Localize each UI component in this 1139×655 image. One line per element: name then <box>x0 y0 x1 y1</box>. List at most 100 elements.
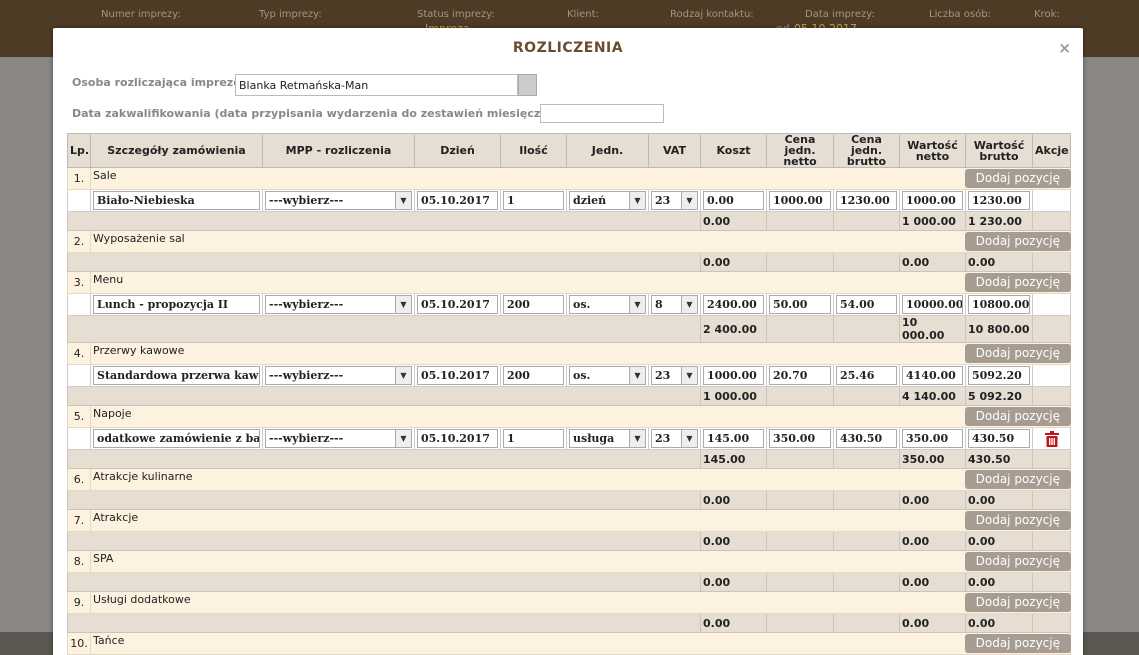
quantity-input[interactable]: 1 <box>503 191 564 210</box>
net-unit-price-input[interactable]: 50.00 <box>769 295 831 314</box>
item-name-input[interactable]: odatkowe zamówienie z baru <box>93 429 260 448</box>
category-cell: Dodaj pozycję Usługi dodatkowe <box>90 591 1071 614</box>
sum-empty-cell <box>67 449 701 469</box>
quantity-input[interactable]: 200 <box>503 295 564 314</box>
add-position-button[interactable]: Dodaj pozycję <box>964 407 1071 426</box>
mpp-select[interactable]: ---wybierz--- ▼ <box>265 191 412 210</box>
settling-person-dropdown-button[interactable] <box>518 74 537 96</box>
day-input[interactable]: 05.10.2017 <box>417 429 498 448</box>
cost-input[interactable]: 1000.00 <box>703 366 764 385</box>
category-row: 4. Dodaj pozycję Przerwy kawowe <box>67 342 1071 365</box>
close-icon[interactable]: × <box>1058 39 1071 57</box>
header-label-step: Krok: <box>1034 9 1060 20</box>
header-label-contact-type: Rodzaj kontaktu: <box>670 9 754 20</box>
unit-select[interactable]: dzień ▼ <box>569 191 646 210</box>
header-col-net-value: Wartość netto <box>899 133 966 168</box>
item-lp-cell <box>67 427 91 450</box>
item-cell: 1 <box>500 427 567 450</box>
sum-empty-cell <box>67 315 701 343</box>
gross-value-input[interactable]: 5092.20 <box>968 366 1030 385</box>
net-unit-price-input[interactable]: 20.70 <box>769 366 831 385</box>
unit-select-value: os. <box>573 298 591 311</box>
vat-select[interactable]: 8 ▼ <box>651 295 698 314</box>
net-value-input[interactable]: 1000.00 <box>902 191 963 210</box>
sum-empty-cell <box>833 315 900 343</box>
category-row: 10. Dodaj pozycję Tańce <box>67 632 1071 655</box>
vat-select-value: 23 <box>655 432 671 445</box>
sum-empty-cell <box>766 613 834 633</box>
net-value-input[interactable]: 350.00 <box>902 429 963 448</box>
unit-select[interactable]: os. ▼ <box>569 366 646 385</box>
sum-cost: 0.00 <box>700 211 767 231</box>
mpp-select[interactable]: ---wybierz--- ▼ <box>265 366 412 385</box>
gross-value-input[interactable]: 1230.00 <box>968 191 1030 210</box>
day-input[interactable]: 05.10.2017 <box>417 295 498 314</box>
add-position-button[interactable]: Dodaj pozycję <box>964 344 1071 363</box>
add-position-button[interactable]: Dodaj pozycję <box>964 470 1071 489</box>
item-name-input[interactable]: Biało-Niebieska <box>93 191 260 210</box>
item-cell: 0.00 <box>700 189 767 212</box>
vat-select[interactable]: 23 ▼ <box>651 366 698 385</box>
mpp-select[interactable]: ---wybierz--- ▼ <box>265 429 412 448</box>
add-position-button[interactable]: Dodaj pozycję <box>964 232 1071 251</box>
gross-unit-price-input[interactable]: 54.00 <box>836 295 897 314</box>
add-position-button[interactable]: Dodaj pozycję <box>964 593 1071 612</box>
mpp-select[interactable]: ---wybierz--- ▼ <box>265 295 412 314</box>
unit-select[interactable]: os. ▼ <box>569 295 646 314</box>
cost-input[interactable]: 0.00 <box>703 191 764 210</box>
add-position-button[interactable]: Dodaj pozycję <box>964 511 1071 530</box>
gross-unit-price-input[interactable]: 430.50 <box>836 429 897 448</box>
net-value-input[interactable]: 10000.00 <box>902 295 963 314</box>
sum-row: 1 000.00 4 140.00 5 092.20 <box>67 386 1071 406</box>
net-unit-price-input[interactable]: 350.00 <box>769 429 831 448</box>
cost-input[interactable]: 145.00 <box>703 429 764 448</box>
sum-empty-cell <box>67 386 701 406</box>
gross-value-input[interactable]: 10800.00 <box>968 295 1030 314</box>
quantity-input[interactable]: 200 <box>503 366 564 385</box>
sum-empty-cell <box>833 613 900 633</box>
sum-cost: 0.00 <box>700 613 767 633</box>
item-cell: os. ▼ <box>566 364 649 387</box>
vat-select[interactable]: 23 ▼ <box>651 191 698 210</box>
gross-value-input[interactable]: 430.50 <box>968 429 1030 448</box>
header-col-vat: VAT <box>648 133 701 168</box>
item-lp-cell <box>67 364 91 387</box>
qualification-date-field[interactable] <box>540 104 664 123</box>
day-input[interactable]: 05.10.2017 <box>417 366 498 385</box>
gross-unit-price-input[interactable]: 1230.00 <box>836 191 897 210</box>
header-col-qty: Ilość <box>500 133 567 168</box>
net-unit-price-input[interactable]: 1000.00 <box>769 191 831 210</box>
item-name-input[interactable]: Standardowa przerwa kawowa <box>93 366 260 385</box>
unit-select[interactable]: usługa ▼ <box>569 429 646 448</box>
cost-input[interactable]: 2400.00 <box>703 295 764 314</box>
category-name: Atrakcje <box>93 511 139 524</box>
item-cell: 05.10.2017 <box>414 364 501 387</box>
add-position-button[interactable]: Dodaj pozycję <box>964 552 1071 571</box>
trash-icon[interactable] <box>1045 430 1059 447</box>
header-label-event-status: Status imprezy: <box>417 9 495 20</box>
add-position-button[interactable]: Dodaj pozycję <box>964 273 1071 292</box>
sum-net-value: 350.00 <box>899 449 966 469</box>
category-number: 8. <box>67 550 91 573</box>
item-cell: 10800.00 <box>965 293 1033 316</box>
add-position-button[interactable]: Dodaj pozycję <box>964 169 1071 188</box>
settling-person-field[interactable]: Blanka Retmańska-Man <box>235 74 518 96</box>
sum-empty-cell <box>1032 490 1071 510</box>
chevron-down-icon: ▼ <box>681 367 697 384</box>
sum-row: 0.00 0.00 0.00 <box>67 613 1071 633</box>
item-cell: 23 ▼ <box>648 189 701 212</box>
sum-gross-value: 0.00 <box>965 572 1033 592</box>
item-name-input[interactable]: Lunch - propozycja II <box>93 295 260 314</box>
gross-unit-price-input[interactable]: 25.46 <box>836 366 897 385</box>
vat-select[interactable]: 23 ▼ <box>651 429 698 448</box>
add-position-button[interactable]: Dodaj pozycję <box>964 634 1071 653</box>
category-row: 6. Dodaj pozycję Atrakcje kulinarne <box>67 468 1071 491</box>
net-value-input[interactable]: 4140.00 <box>902 366 963 385</box>
sum-cost: 0.00 <box>700 490 767 510</box>
category-number: 4. <box>67 342 91 365</box>
actions-cell <box>1032 427 1071 450</box>
chevron-down-icon: ▼ <box>395 367 411 384</box>
sum-empty-cell <box>1032 613 1071 633</box>
quantity-input[interactable]: 1 <box>503 429 564 448</box>
day-input[interactable]: 05.10.2017 <box>417 191 498 210</box>
